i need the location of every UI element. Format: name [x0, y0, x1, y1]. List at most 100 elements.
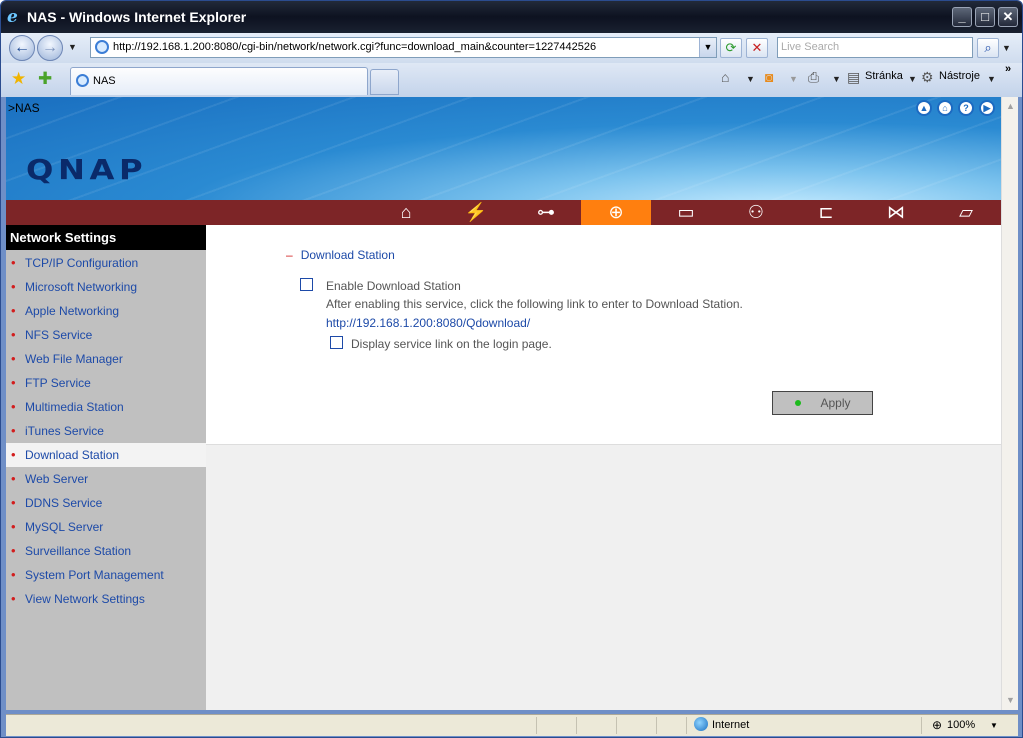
favorites-star-icon[interactable]: ★: [11, 69, 26, 89]
sidebar-title: Network Settings: [6, 225, 206, 250]
tools-menu-label[interactable]: Nástroje: [939, 70, 980, 82]
status-cell: [576, 717, 616, 734]
scroll-up-icon[interactable]: ▲: [1003, 99, 1018, 114]
sidebar-item-itunes[interactable]: iTunes Service: [6, 419, 206, 443]
page-menu-label[interactable]: Stránka: [865, 70, 903, 82]
browser-window: e NAS - Windows Internet Explorer _ □ ✕ …: [0, 0, 1023, 738]
page-icon: [95, 40, 109, 54]
print-dropdown-icon[interactable]: ▼: [832, 74, 841, 84]
status-dot-icon: [795, 400, 801, 406]
sidebar-item-port-management[interactable]: System Port Management: [6, 563, 206, 587]
title-bar: e NAS - Windows Internet Explorer _ □ ✕: [1, 1, 1022, 33]
tab-nas[interactable]: NAS: [70, 67, 368, 95]
menu-quick-config-icon[interactable]: ⚡: [441, 200, 511, 225]
add-favorites-icon[interactable]: ✚: [38, 69, 52, 89]
section-title: Download Station: [300, 248, 395, 262]
print-icon[interactable]: ⎙: [808, 69, 819, 86]
sidebar-item-ddns[interactable]: DDNS Service: [6, 491, 206, 515]
search-icon[interactable]: ⌕: [977, 38, 999, 58]
sidebar-item-view-settings[interactable]: View Network Settings: [6, 587, 206, 611]
close-button[interactable]: ✕: [998, 7, 1018, 27]
vertical-scrollbar[interactable]: ▲ ▼: [1001, 97, 1018, 710]
logout-icon[interactable]: ▶: [979, 100, 995, 116]
feeds-icon[interactable]: ◙: [765, 69, 773, 85]
help-icon[interactable]: ?: [958, 100, 974, 116]
sidebar-item-microsoft-networking[interactable]: Microsoft Networking: [6, 275, 206, 299]
enable-download-station-checkbox[interactable]: [300, 278, 313, 291]
sidebar-item-ftp[interactable]: FTP Service: [6, 371, 206, 395]
banner-pattern: [6, 97, 1001, 200]
zoom-icon[interactable]: ⊕: [932, 718, 942, 732]
menu-users-icon[interactable]: ⚇: [721, 200, 791, 225]
menu-logs-icon[interactable]: ▱: [931, 200, 1001, 225]
breadcrumb: >NAS: [8, 101, 40, 115]
sidebar-item-download-station[interactable]: Download Station: [6, 443, 206, 467]
tab-bar: ★ ✚ NAS ⌂ ▼ ◙ ▼ ⎙ ▼ ▤ Stránka ▼ ⚙ Nástro…: [1, 63, 1022, 97]
menu-folders-icon[interactable]: ⊏: [791, 200, 861, 225]
minimize-button[interactable]: _: [952, 7, 972, 27]
address-bar: ← → ▼ http://192.168.1.200:8080/cgi-bin/…: [1, 33, 1022, 63]
collapse-icon[interactable]: –: [286, 248, 293, 262]
qnap-logo: QNAP: [26, 153, 148, 186]
status-cell: [536, 717, 576, 734]
status-bar: Internet ⊕ 100% ▼: [6, 714, 1018, 736]
menu-system-tools-icon[interactable]: ⊶: [511, 200, 581, 225]
display-login-link-label: Display service link on the login page.: [351, 337, 552, 351]
sidebar-item-tcpip[interactable]: TCP/IP Configuration: [6, 251, 206, 275]
url-dropdown-icon[interactable]: ▼: [699, 38, 716, 57]
window-title: NAS - Windows Internet Explorer: [27, 9, 247, 25]
tools-gear-icon[interactable]: ⚙: [921, 69, 934, 86]
stop-icon[interactable]: ✕: [746, 38, 768, 58]
sidebar-item-multimedia[interactable]: Multimedia Station: [6, 395, 206, 419]
home-circle-icon[interactable]: ⌂: [937, 100, 953, 116]
enable-description: After enabling this service, click the f…: [326, 297, 743, 311]
section-header[interactable]: – Download Station: [286, 248, 395, 262]
enable-download-station-label: Enable Download Station: [326, 279, 461, 293]
page-menu-icon[interactable]: ▤: [847, 69, 860, 86]
sidebar-item-nfs[interactable]: NFS Service: [6, 323, 206, 347]
refresh-icon[interactable]: ⟳: [720, 38, 742, 58]
feeds-dropdown-icon[interactable]: ▼: [789, 74, 798, 84]
sidebar-item-web-server[interactable]: Web Server: [6, 467, 206, 491]
forward-button[interactable]: →: [37, 35, 63, 61]
ie-logo-icon: e: [7, 7, 18, 27]
menu-disk-icon[interactable]: ▭: [651, 200, 721, 225]
zoom-dropdown-icon[interactable]: ▼: [990, 721, 998, 730]
sidebar-item-mysql[interactable]: MySQL Server: [6, 515, 206, 539]
apply-label: Apply: [820, 396, 851, 410]
sidebar: Network Settings TCP/IP Configuration Mi…: [6, 225, 206, 710]
sidebar-item-web-file-manager[interactable]: Web File Manager: [6, 347, 206, 371]
apply-button[interactable]: Apply: [772, 391, 873, 415]
search-options-icon[interactable]: ▼: [1002, 43, 1011, 53]
home-dropdown-icon[interactable]: ▼: [746, 74, 755, 84]
more-chevron-icon[interactable]: »: [1005, 63, 1011, 75]
menu-home-icon[interactable]: ⌂: [371, 200, 441, 225]
display-login-link-checkbox[interactable]: [330, 336, 343, 349]
header-banner: >NAS QNAP ▲ ⌂ ? ▶: [6, 97, 1001, 200]
url-field[interactable]: http://192.168.1.200:8080/cgi-bin/networ…: [90, 37, 717, 58]
back-button[interactable]: ←: [9, 35, 35, 61]
home-icon[interactable]: ⌂: [721, 69, 729, 85]
download-station-link[interactable]: http://192.168.1.200:8080/Qdownload/: [326, 316, 530, 330]
zone-label: Internet: [712, 719, 750, 731]
history-dropdown-icon[interactable]: ▼: [68, 42, 77, 52]
search-input[interactable]: Live Search: [777, 37, 973, 58]
tools-dropdown-icon[interactable]: ▼: [987, 74, 996, 84]
internet-zone-icon: [694, 717, 708, 731]
status-cell: [616, 717, 656, 734]
page-menu-dropdown-icon[interactable]: ▼: [908, 74, 917, 84]
url-text: http://192.168.1.200:8080/cgi-bin/networ…: [113, 41, 597, 53]
settings-panel: – Download Station Enable Download Statio…: [206, 225, 1001, 445]
menu-access-icon[interactable]: ⋈: [861, 200, 931, 225]
scroll-down-icon[interactable]: ▼: [1003, 693, 1018, 708]
tab-label: NAS: [93, 75, 116, 87]
sidebar-item-apple-networking[interactable]: Apple Networking: [6, 299, 206, 323]
new-tab-button[interactable]: [370, 69, 399, 95]
content-area: – Download Station Enable Download Statio…: [206, 225, 1001, 710]
menu-network-icon[interactable]: ⊕: [581, 200, 651, 225]
zoom-label[interactable]: 100%: [947, 719, 975, 731]
maximize-button[interactable]: □: [975, 7, 995, 27]
top-icon[interactable]: ▲: [916, 100, 932, 116]
sidebar-item-surveillance[interactable]: Surveillance Station: [6, 539, 206, 563]
page-icon: [76, 74, 89, 87]
